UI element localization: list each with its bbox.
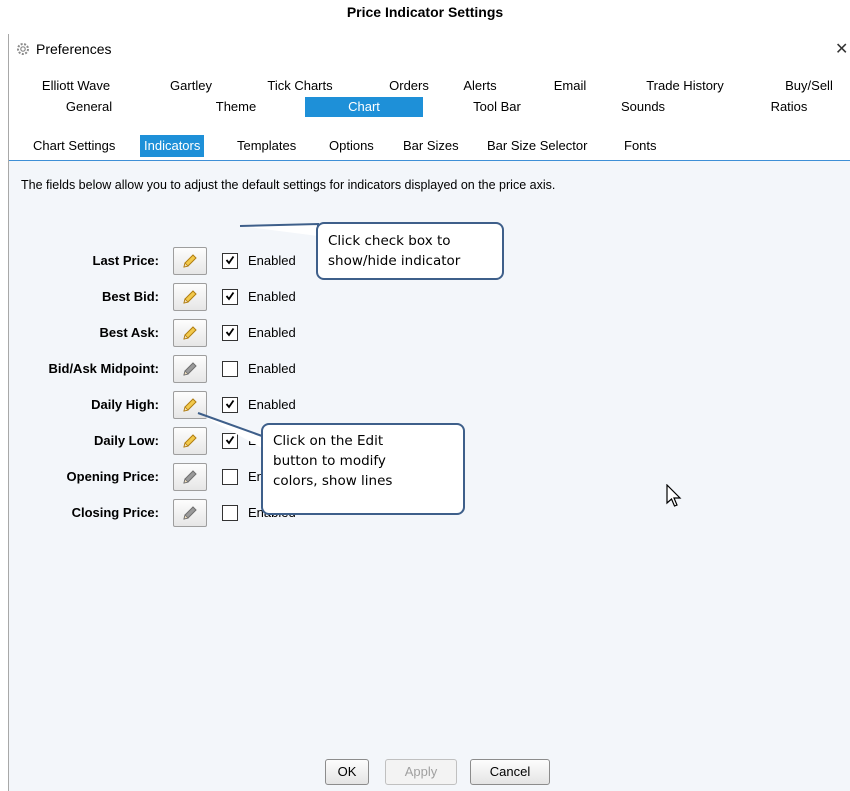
tab-theme[interactable]: Theme [205,97,267,117]
indicator-label: Opening Price: [66,469,159,484]
pencil-icon [183,290,197,304]
tab-ratios[interactable]: Ratios [761,97,817,117]
enabled-checkbox[interactable] [222,469,238,485]
tab-email[interactable]: Email [547,76,593,96]
edit-button[interactable] [173,355,207,383]
ok-button[interactable]: OK [325,759,369,785]
checkbox-callout: Click check box to show/hide indicator [316,222,504,280]
enabled-checkbox-label: Enabled [248,253,296,268]
pencil-icon [183,326,197,340]
subtab-indicators[interactable]: Indicators [140,135,205,157]
tab-orders[interactable]: Orders [381,76,437,96]
enabled-checkbox-label: Enabled [248,397,296,412]
tab-alerts[interactable]: Alerts [455,76,505,96]
pencil-icon [183,398,197,412]
enabled-checkbox[interactable] [222,289,238,305]
checkmark-icon [225,399,235,409]
enabled-checkbox-label: Enabled [248,361,296,376]
tab-gartley[interactable]: Gartley [165,76,217,96]
checkbox-callout-line1: Click check box to [328,233,451,249]
gear-icon [17,43,29,55]
enabled-checkbox[interactable] [222,433,238,449]
tab-general[interactable]: General [53,97,125,117]
checkmark-icon [225,435,235,445]
preferences-window: Preferences ✕ Elliott Wave Gartley Tick … [8,34,850,791]
indicator-row: Best Bid: Enabled [9,283,850,311]
subtab-bar-sizes[interactable]: Bar Sizes [399,135,463,157]
indicator-label: Bid/Ask Midpoint: [48,361,160,376]
pencil-icon [183,506,197,520]
subtab-bar-size-selector[interactable]: Bar Size Selector [483,135,591,157]
indicator-label: Last Price: [92,253,159,268]
checkmark-icon [225,291,235,301]
indicator-label: Daily Low: [93,433,159,448]
indicator-label: Daily High: [91,397,159,412]
pencil-icon [183,470,197,484]
edit-button[interactable] [173,283,207,311]
enabled-checkbox[interactable] [222,253,238,269]
indicator-label: Best Bid: [101,289,159,304]
indicator-label: Closing Price: [71,505,159,520]
pencil-icon [183,362,197,376]
subtab-chart-settings[interactable]: Chart Settings [29,135,119,157]
tab-chart[interactable]: Chart [305,97,423,117]
enabled-checkbox[interactable] [222,397,238,413]
checkbox-callout-line2: show/hide indicator [328,253,461,269]
mouse-cursor-icon [666,484,682,507]
indicator-label: Best Ask: [99,325,159,340]
subtab-templates[interactable]: Templates [233,135,300,157]
subtab-fonts[interactable]: Fonts [620,135,661,157]
edit-button[interactable] [173,499,207,527]
cancel-button[interactable]: Cancel [470,759,550,785]
tab-row-1: Elliott Wave Gartley Tick Charts Orders … [9,76,850,96]
edit-callout-line1: Click on the Edit [273,433,384,449]
tab-sounds[interactable]: Sounds [611,97,675,117]
tab-trade-history[interactable]: Trade History [633,76,737,96]
close-icon[interactable]: ✕ [835,39,848,59]
edit-button[interactable] [173,319,207,347]
subtab-options[interactable]: Options [325,135,378,157]
enabled-checkbox-label: Enabled [248,325,296,340]
indicator-row: Bid/Ask Midpoint: Enabled [9,355,850,383]
apply-button[interactable]: Apply [385,759,457,785]
tab-buy-sell[interactable]: Buy/Sell [781,76,837,96]
enabled-checkbox[interactable] [222,361,238,377]
subtab-bar: Chart Settings Indicators Templates Opti… [9,126,850,161]
enabled-checkbox[interactable] [222,505,238,521]
tab-tool-bar[interactable]: Tool Bar [459,97,535,117]
panel-description: The fields below allow you to adjust the… [21,178,556,192]
window-titlebar: Preferences ✕ [9,34,850,64]
enabled-checkbox-label: Enabled [248,289,296,304]
document-title: Price Indicator Settings [346,4,504,20]
tab-elliott-wave[interactable]: Elliott Wave [37,76,115,96]
window-title: Preferences [36,41,112,57]
edit-button[interactable] [173,463,207,491]
edit-button[interactable] [173,427,207,455]
edit-callout-line3: colors, show lines [273,473,393,489]
pencil-icon [183,254,197,268]
checkmark-icon [225,255,235,265]
edit-button[interactable] [173,391,207,419]
tab-tick-charts[interactable]: Tick Charts [261,76,339,96]
edit-callout-line2: button to modify [273,453,386,469]
indicator-row: Daily High: Enabled [9,391,850,419]
enabled-checkbox[interactable] [222,325,238,341]
pencil-icon [183,434,197,448]
edit-button[interactable] [173,247,207,275]
tab-row-2: General Theme Chart Tool Bar Sounds Rati… [9,97,850,117]
edit-callout: Click on the Edit button to modify color… [261,423,465,515]
indicator-row: Best Ask: Enabled [9,319,850,347]
checkmark-icon [225,327,235,337]
